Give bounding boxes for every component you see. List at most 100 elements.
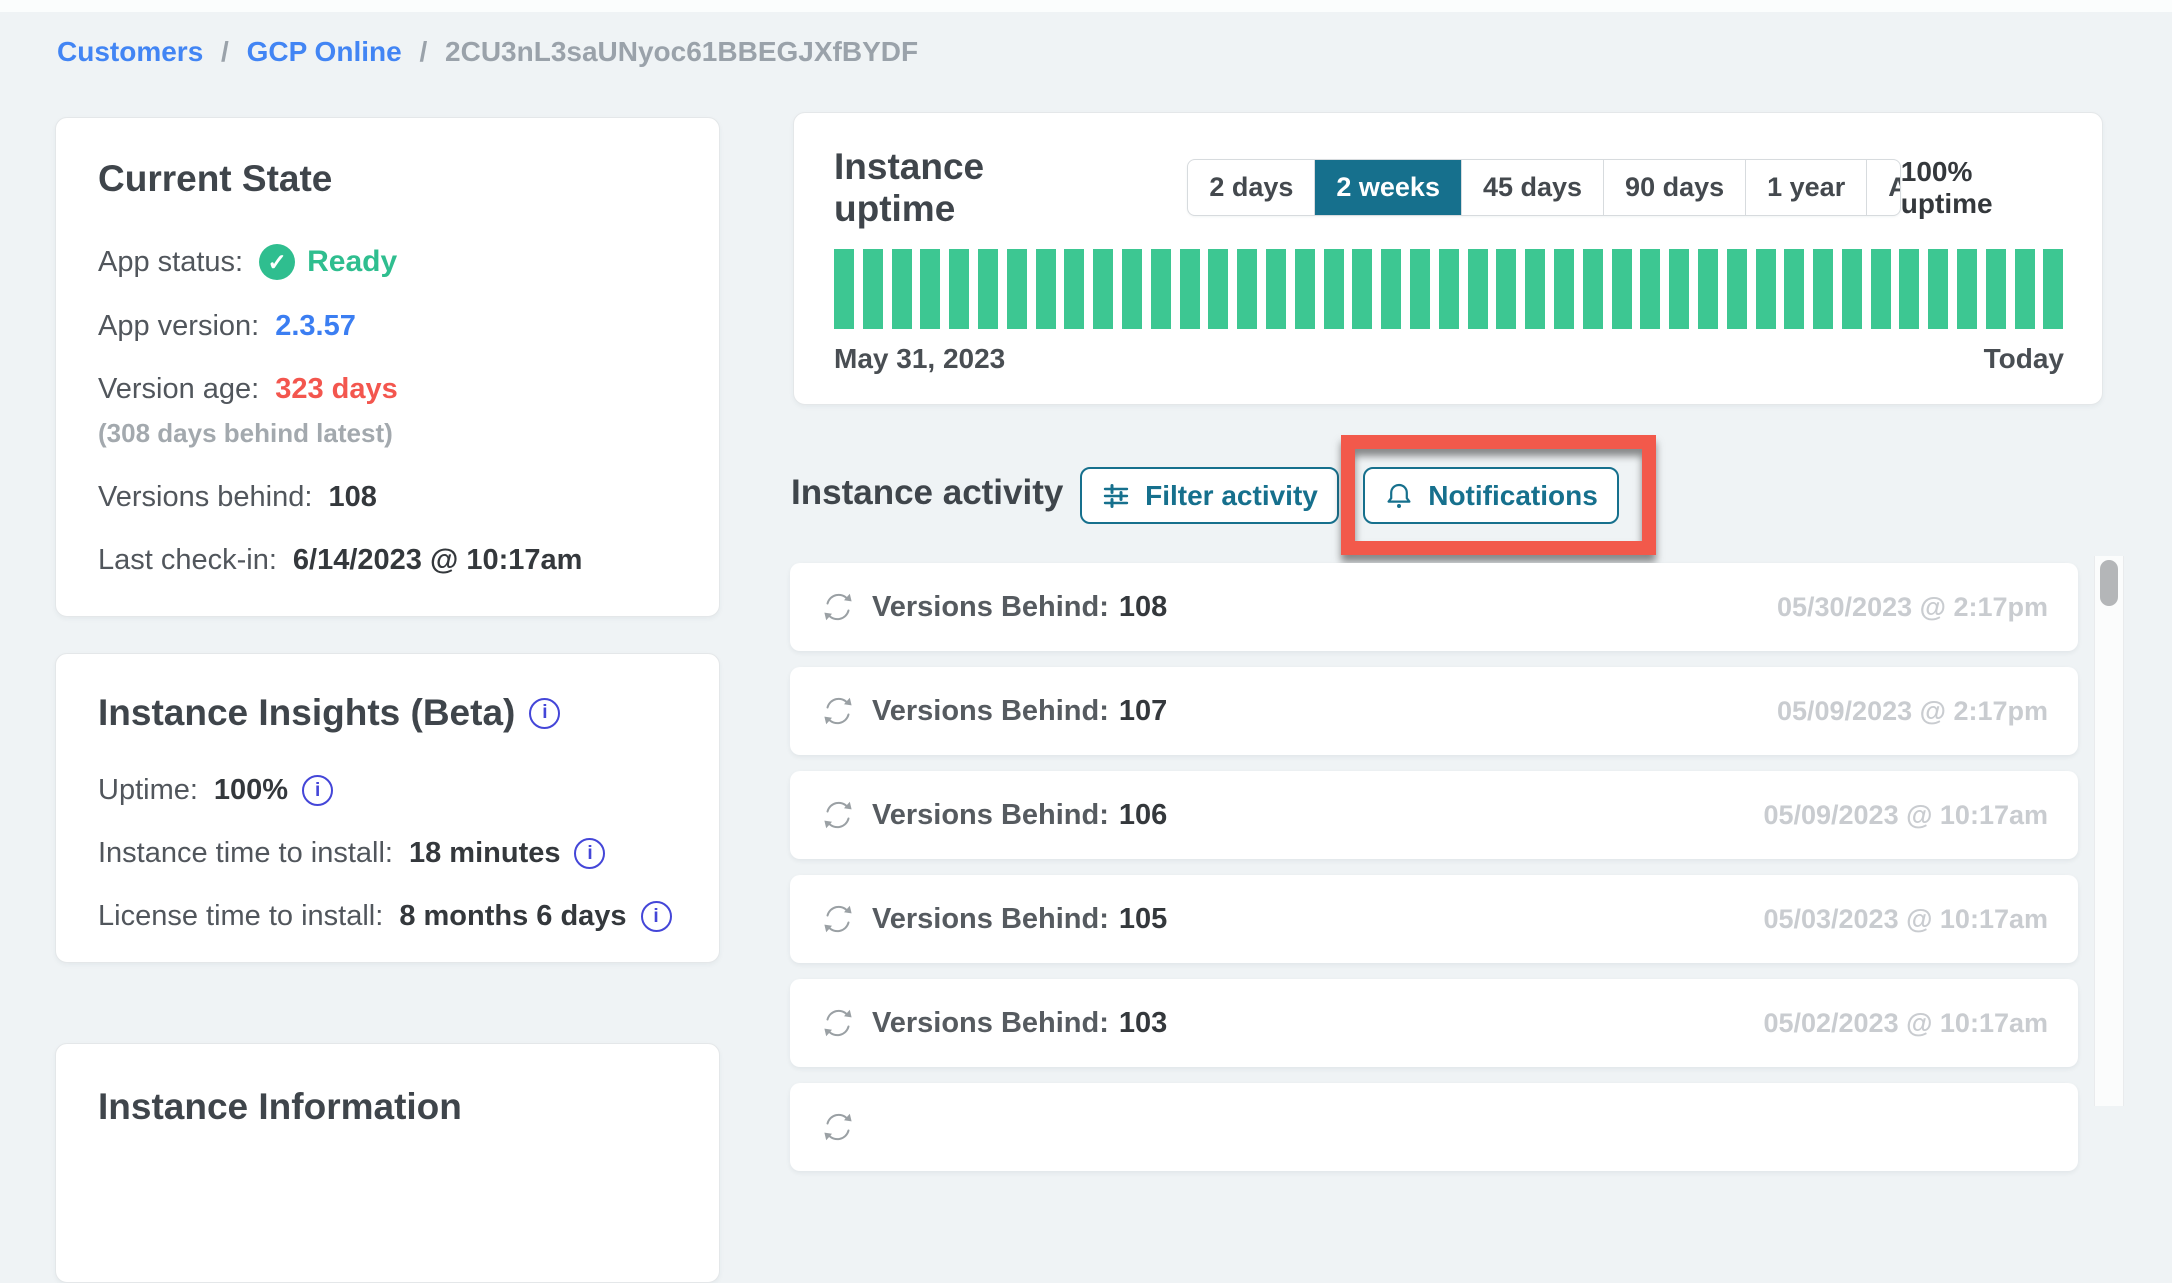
uptime-header: Instance uptime 2 days2 weeks45 days90 d… [834, 159, 2062, 216]
uptime-bar [1266, 249, 1286, 329]
instance-information-card: Instance Information [55, 1043, 720, 1283]
activity-row-label: Versions Behind: [872, 903, 1109, 936]
uptime-bar [1554, 249, 1574, 329]
uptime-bar [1784, 249, 1804, 329]
bell-icon [1384, 481, 1414, 511]
uptime-bar [1525, 249, 1545, 329]
versions-behind-row: Versions behind: 108 [98, 481, 677, 514]
activity-row-value: 108 [1119, 591, 1167, 624]
activity-row-label: Versions Behind: [872, 591, 1109, 624]
uptime-bar [1439, 249, 1459, 329]
breadcrumb-separator: / [409, 36, 437, 67]
uptime-title: Instance uptime [834, 146, 1099, 230]
uptime-bar [863, 249, 883, 329]
instance-insights-title-text: Instance Insights (Beta) [98, 692, 515, 734]
instance-information-title: Instance Information [98, 1086, 677, 1128]
sync-icon [820, 1109, 856, 1145]
uptime-bar [1381, 249, 1401, 329]
activity-scrollbar-track[interactable] [2094, 556, 2124, 1106]
uptime-bar [1093, 249, 1113, 329]
uptime-bar [1583, 249, 1603, 329]
uptime-bar [1295, 249, 1315, 329]
filter-activity-button[interactable]: Filter activity [1080, 467, 1339, 524]
sync-icon [820, 589, 856, 625]
activity-row-timestamp: 05/09/2023 @ 2:17pm [1777, 696, 2048, 727]
uptime-bar [1986, 249, 2006, 329]
app-version-value[interactable]: 2.3.57 [275, 310, 356, 343]
sync-icon [820, 1005, 856, 1041]
uptime-bar [1899, 249, 1919, 329]
instance-install-value: 18 minutes [409, 837, 561, 870]
uptime-bar [2015, 249, 2035, 329]
filter-activity-label: Filter activity [1145, 480, 1318, 512]
instance-insights-card: Instance Insights (Beta) i Uptime: 100% … [55, 653, 720, 963]
uptime-summary: 100% uptime [1901, 156, 2062, 220]
uptime-bar [1727, 249, 1747, 329]
uptime-bar [1842, 249, 1862, 329]
uptime-range-all[interactable]: All [1866, 160, 1901, 215]
uptime-row: Uptime: 100% i [98, 774, 677, 807]
insights-info-icon[interactable]: i [529, 698, 560, 729]
app-status-label: App status: [98, 246, 243, 279]
instance-insights-title: Instance Insights (Beta) i [98, 692, 677, 734]
activity-row: Versions Behind: 106 05/09/2023 @ 10:17a… [790, 771, 2078, 859]
uptime-bar [949, 249, 969, 329]
last-checkin-label: Last check-in: [98, 544, 277, 577]
uptime-bar [1352, 249, 1372, 329]
uptime-bar [1698, 249, 1718, 329]
version-age-row: Version age: 323 days [98, 373, 677, 406]
top-strip [0, 0, 2172, 12]
sync-icon [820, 797, 856, 833]
breadcrumb-gcp-online-link[interactable]: GCP Online [247, 36, 402, 67]
app-status-value: Ready [307, 245, 397, 279]
activity-row-timestamp: 05/03/2023 @ 10:17am [1763, 904, 2048, 935]
uptime-bar [1871, 249, 1891, 329]
uptime-start-label: May 31, 2023 [834, 343, 1005, 375]
uptime-bar-chart [834, 249, 2064, 329]
app-status-row: App status: ✓ Ready [98, 244, 677, 280]
instance-install-info-icon[interactable]: i [574, 838, 605, 869]
activity-row-label: Versions Behind: [872, 695, 1109, 728]
uptime-info-icon[interactable]: i [302, 775, 333, 806]
uptime-range-2-weeks[interactable]: 2 weeks [1314, 160, 1461, 215]
activity-scrollbar-thumb[interactable] [2100, 560, 2118, 606]
uptime-bar [1151, 249, 1171, 329]
sync-icon [820, 693, 856, 729]
uptime-range-1-year[interactable]: 1 year [1745, 160, 1866, 215]
status-ready-check-icon: ✓ [259, 244, 295, 280]
uptime-bar [834, 249, 854, 329]
uptime-bar [978, 249, 998, 329]
uptime-bar [1612, 249, 1632, 329]
version-age-value: 323 days [275, 373, 398, 406]
uptime-bar [1496, 249, 1516, 329]
license-install-label: License time to install: [98, 900, 383, 933]
license-install-info-icon[interactable]: i [641, 901, 672, 932]
uptime-end-label: Today [1984, 343, 2064, 375]
uptime-label: Uptime: [98, 774, 198, 807]
license-install-value: 8 months 6 days [399, 900, 626, 933]
uptime-range-2-days[interactable]: 2 days [1188, 160, 1314, 215]
uptime-bar [1007, 249, 1027, 329]
uptime-value: 100% [214, 774, 288, 807]
uptime-bar [1640, 249, 1660, 329]
activity-row: Versions Behind: 107 05/09/2023 @ 2:17pm [790, 667, 2078, 755]
activity-row: Versions Behind: 108 05/30/2023 @ 2:17pm [790, 563, 2078, 651]
notifications-button[interactable]: Notifications [1363, 467, 1619, 524]
uptime-bar [1669, 249, 1689, 329]
activity-row-value: 107 [1119, 695, 1167, 728]
activity-row-timestamp: 05/30/2023 @ 2:17pm [1777, 592, 2048, 623]
breadcrumb-customers-link[interactable]: Customers [57, 36, 203, 67]
uptime-range-45-days[interactable]: 45 days [1461, 160, 1603, 215]
uptime-bar [892, 249, 912, 329]
uptime-bar [1208, 249, 1228, 329]
uptime-bar [920, 249, 940, 329]
activity-row-value: 106 [1119, 799, 1167, 832]
instance-install-row: Instance time to install: 18 minutes i [98, 837, 677, 870]
activity-row: Versions Behind: 105 05/03/2023 @ 10:17a… [790, 875, 2078, 963]
sync-icon [820, 901, 856, 937]
uptime-bar [1036, 249, 1056, 329]
uptime-bar [1064, 249, 1084, 329]
uptime-range-90-days[interactable]: 90 days [1603, 160, 1745, 215]
version-age-note: (308 days behind latest) [98, 418, 677, 449]
breadcrumb-separator: / [211, 36, 239, 67]
